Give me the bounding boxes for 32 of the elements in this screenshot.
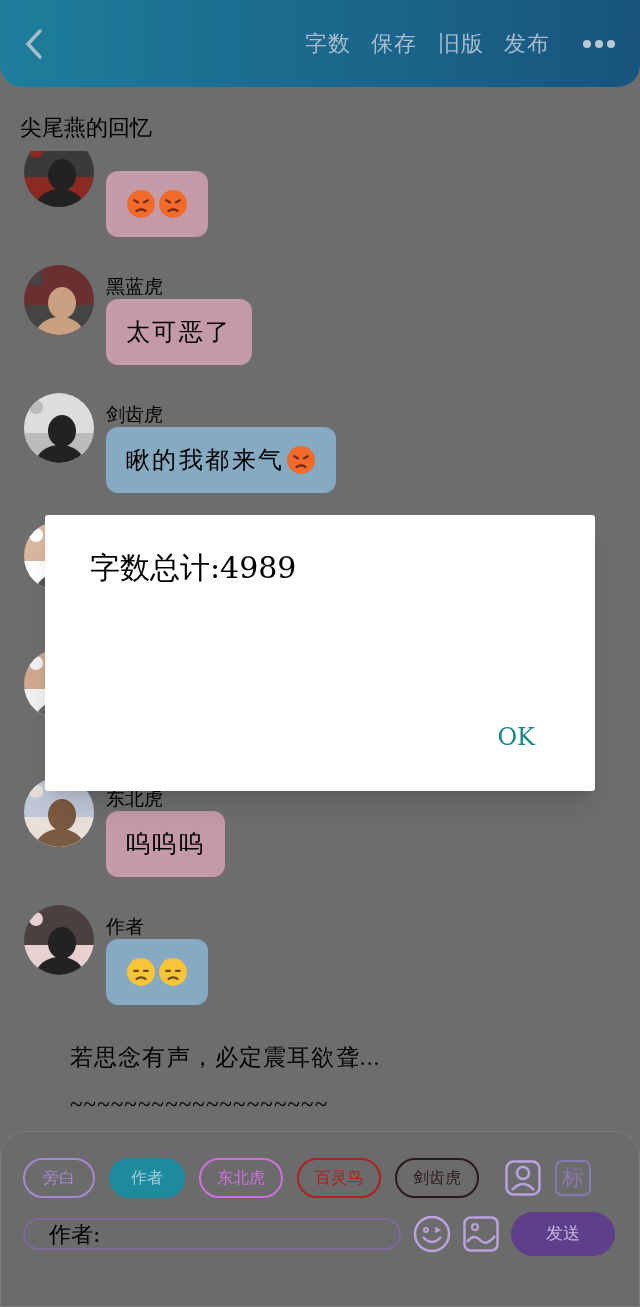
sender-name: 东北虎 xyxy=(106,786,163,811)
narration-text: ~~~~~~~~~~~~~~~~~~~ xyxy=(70,1090,330,1119)
person-icon[interactable] xyxy=(505,1160,541,1196)
ok-button[interactable]: OK xyxy=(489,719,543,755)
sender-name: 作者 xyxy=(106,914,144,939)
header-action[interactable]: 保存 xyxy=(371,27,418,60)
header-action[interactable]: 旧版 xyxy=(437,27,484,60)
page-title: 尖尾燕的回忆 xyxy=(19,114,153,142)
sad-face-icon xyxy=(158,957,188,987)
role-tag[interactable]: 旁白 xyxy=(23,1158,95,1198)
role-tag[interactable]: 剑齿虎 xyxy=(395,1158,479,1198)
message-text: 瞅的我都来气 xyxy=(126,445,285,476)
send-button[interactable]: 发送 xyxy=(511,1212,615,1256)
back-icon[interactable] xyxy=(24,27,44,60)
message-text: 太可恶了 xyxy=(126,317,232,348)
angry-face-icon xyxy=(126,189,156,219)
header-action[interactable]: 发布 xyxy=(503,27,550,60)
more-icon[interactable] xyxy=(582,38,616,49)
angry-face-icon xyxy=(286,445,317,475)
narration-text: 若思念有声，必定震耳欲聋... xyxy=(70,1044,382,1072)
header-action[interactable]: 字数 xyxy=(305,27,352,60)
input-field[interactable]: 作者: xyxy=(23,1218,401,1250)
sender-name: 剑齿虎 xyxy=(106,402,163,427)
emoji-icon[interactable] xyxy=(413,1215,451,1253)
sad-face-icon xyxy=(126,957,156,987)
image-icon[interactable] xyxy=(463,1216,499,1252)
dialog-message: 字数总计:4989 xyxy=(90,549,297,587)
role-tag[interactable]: 东北虎 xyxy=(199,1158,283,1198)
message-text: 呜呜呜 xyxy=(126,829,206,860)
angry-face-icon xyxy=(158,189,188,219)
sender-name: 黑蓝虎 xyxy=(106,274,163,299)
role-tag[interactable]: 作者 xyxy=(109,1158,185,1198)
